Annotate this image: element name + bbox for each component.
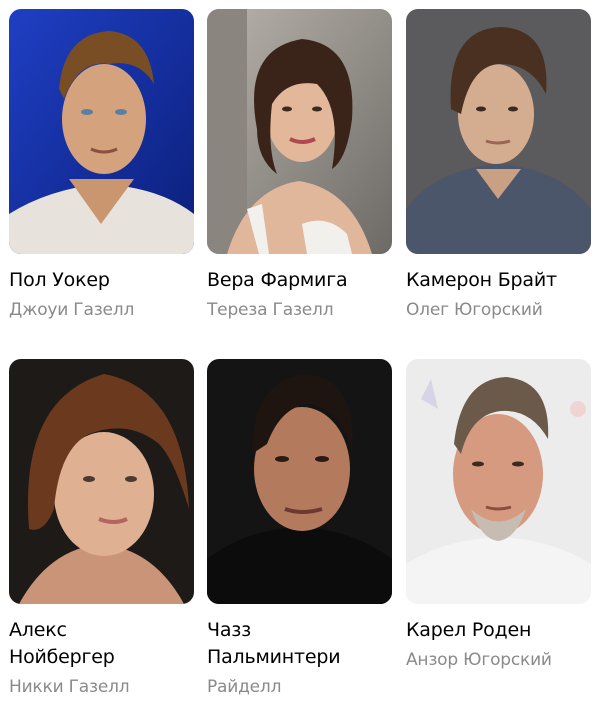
actor-photo-icon <box>207 359 392 604</box>
actor-name-line[interactable]: Нойбергер <box>9 644 194 671</box>
cast-card[interactable]: Алекс Нойбергер Никки Газелл <box>9 359 194 698</box>
role-name: Джоуи Газелл <box>9 300 135 320</box>
actor-photo-icon <box>406 9 591 254</box>
actor-photo[interactable] <box>406 9 591 254</box>
role-name: Олег Югорский <box>406 300 543 320</box>
actor-name[interactable]: Карел Роден <box>406 617 591 644</box>
actor-photo[interactable] <box>406 359 591 604</box>
cast-grid: Пол Уокер Джоуи Газелл Вера Фармига Тере… <box>0 0 599 707</box>
actor-name[interactable]: Пол Уокер <box>9 267 194 294</box>
cast-card[interactable]: Пол Уокер Джоуи Газелл <box>9 9 194 321</box>
actor-name[interactable]: Камерон Брайт <box>406 267 591 294</box>
actor-photo-icon <box>9 9 194 254</box>
actor-photo[interactable] <box>9 359 194 604</box>
actor-photo[interactable] <box>207 359 392 604</box>
cast-card[interactable]: Вера Фармига Тереза Газелл <box>207 9 392 321</box>
actor-name[interactable]: Алекс Нойбергер <box>9 617 194 671</box>
role-name: Тереза Газелл <box>207 300 334 320</box>
role-name: Анзор Югорский <box>406 650 552 670</box>
actor-photo-icon <box>406 359 591 604</box>
role-name: Никки Газелл <box>9 677 130 697</box>
role-name: Райделл <box>207 677 282 697</box>
actor-photo-icon <box>9 359 194 604</box>
cast-card[interactable]: Чазз Пальминтери Райделл <box>207 359 392 698</box>
actor-name-line[interactable]: Алекс <box>9 617 194 644</box>
actor-photo[interactable] <box>207 9 392 254</box>
actor-name[interactable]: Чазз Пальминтери <box>207 617 392 671</box>
actor-name-line[interactable]: Пальминтери <box>207 644 392 671</box>
cast-card[interactable]: Камерон Брайт Олег Югорский <box>406 9 591 321</box>
actor-name[interactable]: Вера Фармига <box>207 267 392 294</box>
actor-name-line[interactable]: Чазз <box>207 617 392 644</box>
cast-card[interactable]: Карел Роден Анзор Югорский <box>406 359 591 671</box>
actor-photo[interactable] <box>9 9 194 254</box>
actor-photo-icon <box>207 9 392 254</box>
